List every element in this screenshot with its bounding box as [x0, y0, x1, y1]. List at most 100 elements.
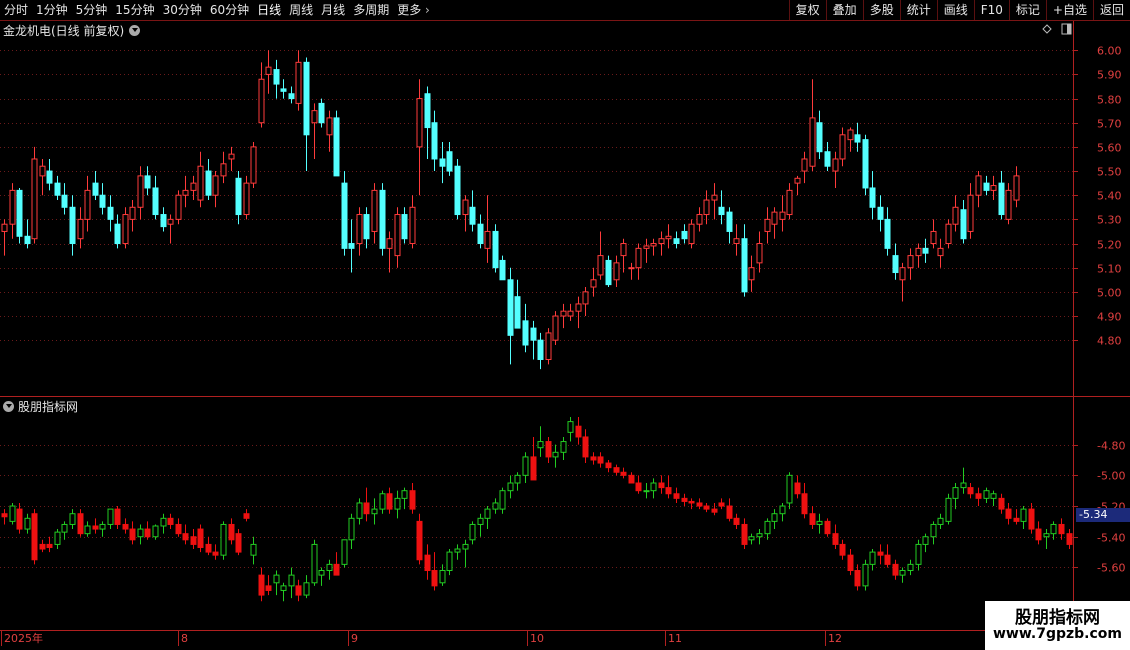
candle-body [295, 585, 302, 596]
diamond-icon[interactable] [1042, 24, 1052, 34]
candle-body [431, 570, 438, 587]
candle-body [31, 158, 38, 240]
candle-body [620, 471, 627, 476]
y-tick-label: -5.60 [1097, 562, 1125, 575]
candle [945, 219, 952, 249]
candle [167, 214, 174, 244]
candle-body [688, 500, 695, 504]
candle-body [84, 189, 91, 220]
candle [839, 539, 846, 560]
candle [348, 219, 355, 273]
candle-body [144, 175, 151, 189]
candle-body [620, 243, 627, 257]
candle [794, 475, 801, 499]
candle-body [311, 543, 318, 584]
candle-body [771, 211, 778, 225]
chevron-down-icon[interactable] [3, 401, 14, 412]
candle-body [567, 421, 574, 433]
candle [884, 544, 891, 568]
candle-body [54, 531, 61, 545]
candle-body [401, 490, 408, 499]
candle-body [1005, 508, 1012, 519]
candle [416, 79, 423, 196]
candle [884, 207, 891, 256]
candle [39, 158, 46, 196]
candle [273, 59, 280, 99]
candle [930, 521, 937, 545]
candle-body [212, 175, 219, 196]
panel-toggle-icon[interactable] [1061, 23, 1072, 35]
candle-body [892, 563, 899, 576]
candle-body [69, 206, 76, 245]
chevron-down-icon[interactable] [129, 25, 141, 36]
candle [937, 513, 944, 530]
candle [764, 518, 771, 540]
candle-body [318, 102, 325, 124]
candle-body [379, 493, 386, 510]
x-tick-label: 12 [828, 632, 842, 645]
candle-body [711, 508, 718, 513]
main-title-text: 金龙机电(日线 前复权) [3, 24, 125, 38]
candle [167, 513, 174, 530]
candle [197, 524, 204, 553]
candle-body [899, 267, 906, 281]
candle-body [673, 493, 680, 499]
candle [688, 498, 695, 510]
candle [401, 207, 408, 244]
candle-body [869, 187, 876, 208]
candle-body [990, 185, 997, 191]
candle-body [681, 230, 688, 240]
candle [469, 521, 476, 545]
candle-body [394, 214, 401, 257]
candle-body [975, 175, 982, 196]
candle-body [122, 523, 129, 530]
candle [228, 518, 235, 545]
candle-body [228, 523, 235, 541]
candle-body [484, 230, 491, 249]
candle [809, 506, 816, 530]
candle [854, 122, 861, 152]
candle-body [235, 533, 242, 553]
candle [567, 417, 574, 442]
candle-body [514, 296, 521, 329]
candle [681, 493, 688, 507]
candle-body [61, 523, 68, 533]
x-tick-label: 8 [181, 632, 188, 645]
candle [665, 475, 672, 499]
candle [522, 303, 529, 353]
candle-body [915, 543, 922, 565]
candle [922, 533, 929, 553]
candle [273, 570, 280, 596]
candle [311, 103, 318, 159]
candle-body [137, 528, 144, 538]
candle-body [265, 66, 272, 75]
y-tick-label: 4.80 [1097, 335, 1122, 348]
candle [922, 238, 929, 263]
candle [220, 521, 227, 560]
candle-body [590, 279, 597, 288]
candle-body [696, 502, 703, 507]
candle-body [809, 513, 816, 525]
candle [54, 529, 61, 550]
candle-body [107, 206, 114, 220]
candle-body [877, 551, 884, 556]
candle-body [348, 243, 355, 249]
candle-body [816, 520, 823, 525]
candle-body [499, 490, 506, 510]
main-grid [0, 50, 1073, 341]
candle-body [545, 332, 552, 361]
candle [1, 219, 8, 256]
candle [454, 158, 461, 220]
candle [560, 303, 567, 329]
chart-canvas[interactable]: 6.00 5.90 5.80 5.70 5.60 5.50 5.40 5.30 5.20 5.10… [0, 0, 1130, 650]
candle [303, 57, 310, 172]
candle [280, 79, 287, 99]
candle-body [175, 194, 182, 220]
candle [703, 502, 710, 513]
candle [779, 195, 786, 232]
indicator-axis: -4.80-5.00-5.20-5.40-5.60 [1073, 440, 1125, 575]
candle-body [582, 291, 589, 305]
candle [892, 243, 899, 280]
x-tick-label: 10 [530, 632, 544, 645]
candle-body [318, 570, 325, 576]
